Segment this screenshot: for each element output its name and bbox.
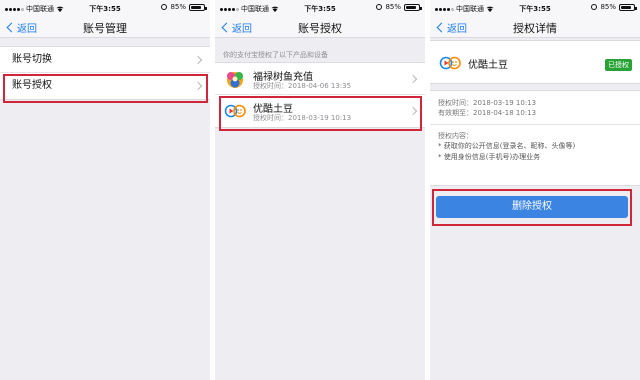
fulu-app-icon xyxy=(227,72,243,88)
auth-content-item: * 使用身份信息(手机号)办理业务 xyxy=(438,153,541,161)
chevron-right-icon xyxy=(193,55,203,64)
valid-until: 有效期至：2018-04-18 10:13 xyxy=(438,109,537,117)
page-title: 账号授权 xyxy=(298,22,342,35)
nav-bar: 返回 账号管理 xyxy=(0,16,210,38)
battery-icon xyxy=(404,3,422,11)
orientation-lock-icon xyxy=(161,4,168,10)
battery-percent: 85% xyxy=(385,3,401,11)
list-item-fulu-recharge[interactable]: 福禄树鱼充值 授权时间：2018-04-06 13:35 xyxy=(215,63,425,95)
youku-tudou-icon xyxy=(439,56,461,70)
auth-content-title: 授权内容： xyxy=(438,132,473,140)
status-bar: 中国联通 下午3:55 85% xyxy=(430,0,640,16)
chevron-right-icon xyxy=(408,74,418,83)
orientation-lock-icon xyxy=(376,4,383,10)
phone-screen-account-management: 中国联通 下午3:55 85% 返回 账号管理 账号切换 账号授权 xyxy=(0,0,210,380)
status-badge: 已授权 xyxy=(605,59,632,71)
phone-screen-authorization-detail: 中国联通 下午3:55 85% 返回 授权详情 优酷土豆 已授权 授权时间：20… xyxy=(430,0,640,380)
page-title: 授权详情 xyxy=(513,22,557,35)
app-name: 优酷土豆 xyxy=(468,60,508,71)
highlight-box xyxy=(3,74,208,103)
orientation-lock-icon xyxy=(591,4,598,10)
battery-icon xyxy=(189,3,207,11)
auth-content-item: * 获取你的公开信息(登录名、昵称、头像等) xyxy=(438,142,576,150)
nav-bar: 返回 账号授权 xyxy=(215,16,425,38)
app-header-card: 优酷土豆 已授权 xyxy=(430,40,640,84)
battery-icon xyxy=(619,3,637,11)
stage: 中国联通 下午3:55 85% 返回 账号管理 账号切换 账号授权 中国联通 下… xyxy=(0,0,640,380)
phone-screen-account-authorization: 中国联通 下午3:55 85% 返回 账号授权 你的支付宝授权了以下产品和设备 xyxy=(215,0,425,380)
list-item-label: 账号切换 xyxy=(12,54,52,65)
divider xyxy=(430,124,640,125)
list-item-account-switch[interactable]: 账号切换 xyxy=(0,47,210,73)
status-bar: 中国联通 下午3:55 85% xyxy=(215,0,425,16)
highlight-box xyxy=(432,189,632,226)
status-bar: 中国联通 下午3:55 85% xyxy=(0,0,210,16)
app-auth-time: 授权时间：2018-04-06 13:35 xyxy=(253,82,352,90)
battery-fill xyxy=(191,5,201,9)
section-note: 你的支付宝授权了以下产品和设备 xyxy=(223,51,328,59)
auth-time: 授权时间：2018-03-19 10:13 xyxy=(438,99,537,107)
highlight-box xyxy=(219,96,422,131)
battery-fill xyxy=(406,5,416,9)
battery-fill xyxy=(621,5,631,9)
battery-percent: 85% xyxy=(170,3,186,11)
nav-bar: 返回 授权详情 xyxy=(430,16,640,38)
battery-percent: 85% xyxy=(600,3,616,11)
authorization-info-card: 授权时间：2018-03-19 10:13 有效期至：2018-04-18 10… xyxy=(430,90,640,186)
page-title: 账号管理 xyxy=(83,22,127,35)
